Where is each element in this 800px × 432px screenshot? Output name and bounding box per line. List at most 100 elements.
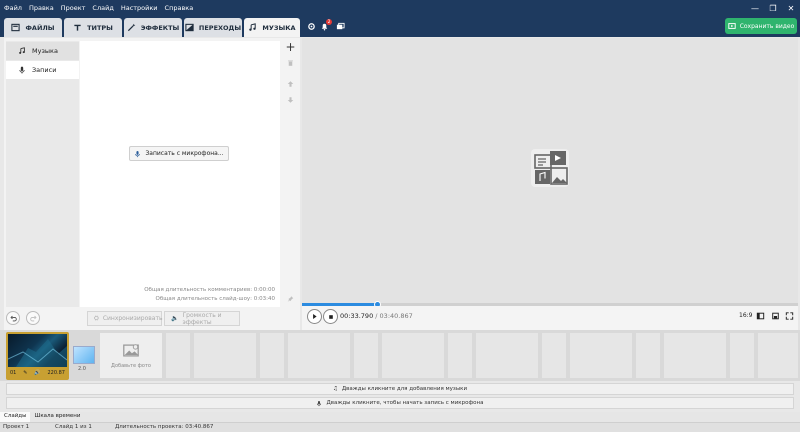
- undo-icon: [9, 315, 17, 321]
- tab-music[interactable]: МУЗЫКА: [244, 18, 300, 37]
- menu-edit[interactable]: Правка: [29, 4, 54, 12]
- view-tabs: Слайды Шкала времени: [0, 412, 800, 422]
- sync-icon: ⛭: [94, 314, 99, 322]
- slide-number: 01: [10, 370, 17, 376]
- stop-icon: [328, 314, 333, 319]
- volume-icon: 🔈: [171, 315, 179, 322]
- arrow-up-icon[interactable]: [284, 77, 297, 90]
- current-time: 00:33.790: [340, 312, 374, 320]
- empty-cell: [542, 333, 566, 378]
- text-icon: [74, 24, 81, 31]
- arrow-down-icon[interactable]: [284, 93, 297, 106]
- close-icon[interactable]: ✕: [782, 0, 800, 16]
- files-icon: [11, 23, 21, 32]
- pencil-icon[interactable]: ✎: [23, 370, 27, 376]
- empty-cell: [636, 333, 660, 378]
- status-duration: Длительность проекта: 03:40.867: [115, 424, 214, 430]
- aspect-frame-icon[interactable]: [755, 310, 766, 321]
- tab-timeline[interactable]: Шкала времени: [30, 412, 84, 422]
- sync-button[interactable]: ⛭ Синхронизировать: [87, 311, 163, 326]
- add-photo-icon: [123, 343, 139, 357]
- preview-area: [302, 38, 798, 304]
- empty-cell: [288, 333, 350, 378]
- stop-button[interactable]: [323, 309, 338, 324]
- empty-cell: [664, 333, 726, 378]
- play-icon: [313, 314, 317, 319]
- pin-icon[interactable]: [284, 292, 297, 305]
- menu-bar: Файл Правка Проект Слайд Настройки Справ…: [0, 4, 193, 12]
- transition-duration: 2.0: [78, 366, 86, 372]
- film-icon: [728, 23, 736, 29]
- status-project: Проект 1: [3, 424, 30, 430]
- transition-thumbnail[interactable]: [73, 346, 95, 364]
- tab-slides[interactable]: Слайды: [0, 412, 31, 422]
- magic-wand-icon: [127, 23, 135, 32]
- transition-icon: [185, 23, 194, 32]
- empty-cell: [448, 333, 472, 378]
- sidebar-item-music[interactable]: Музыка: [6, 42, 79, 60]
- time-display: 00:33.790 / 03:40.867: [340, 312, 413, 320]
- gallery-icon[interactable]: [334, 20, 347, 33]
- microphone-icon: [19, 66, 25, 74]
- save-video-button[interactable]: Сохранить видео: [725, 18, 797, 34]
- sidebar-item-records[interactable]: Записи: [6, 61, 79, 79]
- microphone-icon: [135, 150, 141, 157]
- status-slide: Слайд 1 из 1: [55, 424, 92, 430]
- undo-button[interactable]: [6, 311, 20, 325]
- menu-settings[interactable]: Настройки: [121, 4, 158, 12]
- tab-files[interactable]: ФАЙЛЫ: [4, 18, 62, 37]
- add-icon[interactable]: +: [284, 40, 297, 54]
- notification-badge: 2: [326, 19, 332, 25]
- comments-duration: Общая длительность комментариев: 0:00:00: [144, 287, 275, 293]
- microphone-track[interactable]: Дважды кликните, чтобы начать запись с м…: [6, 397, 794, 409]
- play-button[interactable]: [307, 309, 322, 324]
- fullscreen-icon[interactable]: [784, 310, 795, 321]
- minimize-icon[interactable]: —: [746, 0, 764, 16]
- menu-project[interactable]: Проект: [61, 4, 86, 12]
- empty-cell: [570, 333, 632, 378]
- media-placeholder-icon: [531, 149, 569, 187]
- slide-preview-image: [8, 334, 67, 367]
- records-list: [80, 41, 280, 307]
- gear-icon[interactable]: [305, 20, 318, 33]
- crop-icon[interactable]: [770, 310, 781, 321]
- title-bar: Файл Правка Проект Слайд Настройки Справ…: [0, 0, 800, 16]
- trash-icon[interactable]: [284, 56, 297, 69]
- record-from-microphone-button[interactable]: Записать с микрофона...: [129, 146, 229, 161]
- empty-cell: [194, 333, 256, 378]
- tab-bar: ФАЙЛЫ ТИТРЫ ЭФФЕКТЫ ПЕРЕХОДЫ МУЗЫКА: [0, 16, 800, 37]
- music-track[interactable]: ♫ Дважды кликните для добавления музыки: [6, 383, 794, 395]
- volume-effects-button[interactable]: 🔈 Громкость и эффекты: [164, 311, 240, 326]
- add-photo-placeholder[interactable]: Добавьте фото: [100, 333, 162, 378]
- total-time: 03:40.867: [379, 312, 413, 320]
- slide-duration: 220.87: [47, 370, 65, 376]
- tab-titles[interactable]: ТИТРЫ: [64, 18, 122, 37]
- empty-cell: [382, 333, 444, 378]
- sidebar-item-label: Музыка: [32, 47, 58, 55]
- empty-cell: [260, 333, 284, 378]
- redo-button[interactable]: [26, 311, 40, 325]
- empty-cell: [354, 333, 378, 378]
- tab-transitions[interactable]: ПЕРЕХОДЫ: [184, 18, 242, 37]
- empty-cell: [166, 333, 190, 378]
- music-note-icon: [19, 47, 25, 54]
- aspect-ratio-selector[interactable]: 16:9: [739, 312, 752, 319]
- empty-cell: [476, 333, 538, 378]
- slideshow-duration: Общая длительность слайд-шоу: 0:03:40: [155, 296, 275, 302]
- speaker-icon[interactable]: 🔊: [34, 370, 40, 376]
- empty-cell: [730, 333, 754, 378]
- music-note-icon: ♫: [332, 386, 338, 392]
- music-note-icon: [249, 23, 257, 31]
- menu-help[interactable]: Справка: [165, 4, 194, 12]
- restore-icon[interactable]: ❐: [764, 0, 782, 16]
- sidebar-item-label: Записи: [32, 66, 57, 74]
- empty-cell: [758, 333, 798, 378]
- redo-icon: [29, 315, 37, 321]
- tab-effects[interactable]: ЭФФЕКТЫ: [124, 18, 182, 37]
- menu-file[interactable]: Файл: [4, 4, 22, 12]
- window-controls: — ❐ ✕: [746, 0, 800, 16]
- menu-slide[interactable]: Слайд: [92, 4, 113, 12]
- status-bar: Проект 1 Слайд 1 из 1 Длительность проек…: [0, 422, 800, 432]
- slide-info: 01 ✎ 🔊 220.87: [8, 368, 67, 378]
- sidebar: [6, 41, 79, 307]
